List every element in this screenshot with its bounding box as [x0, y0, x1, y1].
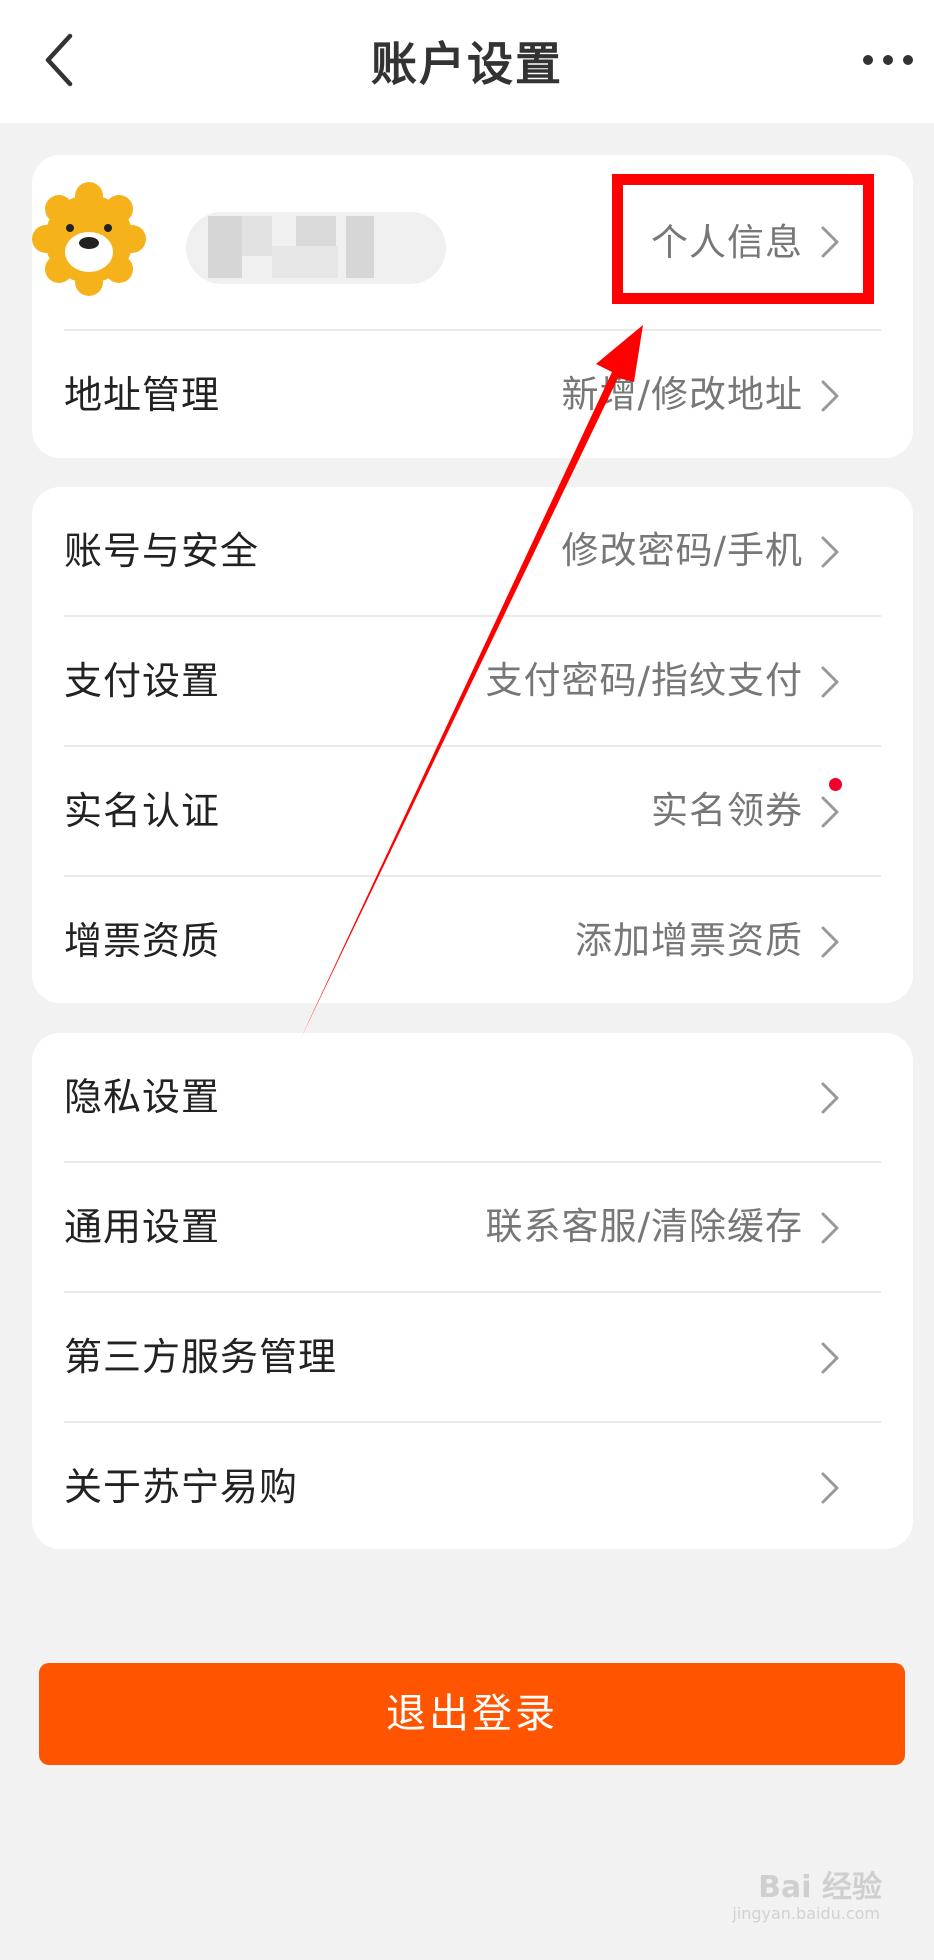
third-party-row[interactable]: 第三方服务管理 — [32, 1293, 881, 1421]
payment-settings-row[interactable]: 支付设置 支付密码/指纹支付 — [32, 617, 881, 745]
invoice-row[interactable]: 增票资质 添加增票资质 — [32, 877, 881, 1005]
chevron-right-icon — [821, 1472, 839, 1504]
row-value: 实名领券 — [651, 789, 803, 832]
row-label: 关于苏宁易购 — [64, 1465, 299, 1509]
page-title: 账户设置 — [371, 37, 563, 91]
highlight-box — [612, 174, 874, 304]
chevron-right-icon — [821, 380, 839, 412]
avatar — [32, 182, 146, 296]
row-value: 支付密码/指纹支付 — [485, 659, 803, 702]
address-value: 新增/修改地址 — [561, 373, 803, 416]
chevron-right-icon — [821, 1212, 839, 1244]
chevron-right-icon — [821, 536, 839, 568]
privacy-row[interactable]: 隐私设置 — [32, 1033, 881, 1161]
watermark-logo: Bai 经验 — [758, 1870, 882, 1905]
row-label: 通用设置 — [64, 1205, 221, 1249]
watermark-url: jingyan.baidu.com — [732, 1904, 880, 1923]
chevron-right-icon — [821, 1082, 839, 1114]
row-label: 实名认证 — [64, 789, 221, 833]
general-settings-row[interactable]: 通用设置 联系客服/清除缓存 — [32, 1163, 881, 1291]
row-label: 账号与安全 — [64, 529, 260, 573]
chevron-right-icon — [821, 796, 839, 828]
chevron-right-icon — [821, 926, 839, 958]
row-label: 增票资质 — [64, 919, 221, 963]
row-label: 支付设置 — [64, 659, 221, 703]
about-row[interactable]: 关于苏宁易购 — [32, 1423, 881, 1551]
row-value: 修改密码/手机 — [561, 529, 803, 572]
row-value: 联系客服/清除缓存 — [485, 1205, 803, 1248]
more-button[interactable] — [860, 40, 916, 80]
row-label: 隐私设置 — [64, 1075, 221, 1119]
more-dots-icon — [863, 55, 913, 65]
address-row[interactable]: 地址管理 新增/修改地址 — [32, 331, 881, 459]
account-security-row[interactable]: 账号与安全 修改密码/手机 — [32, 487, 881, 615]
username-masked — [186, 212, 446, 284]
address-label: 地址管理 — [64, 373, 221, 417]
logout-button[interactable]: 退出登录 — [39, 1663, 905, 1765]
row-value: 添加增票资质 — [575, 919, 803, 962]
top-bar: 账户设置 — [0, 0, 934, 123]
row-label: 第三方服务管理 — [64, 1335, 338, 1379]
notification-dot — [829, 778, 842, 791]
chevron-right-icon — [821, 1342, 839, 1374]
real-name-row[interactable]: 实名认证 实名领券 — [32, 747, 881, 875]
chevron-right-icon — [821, 666, 839, 698]
